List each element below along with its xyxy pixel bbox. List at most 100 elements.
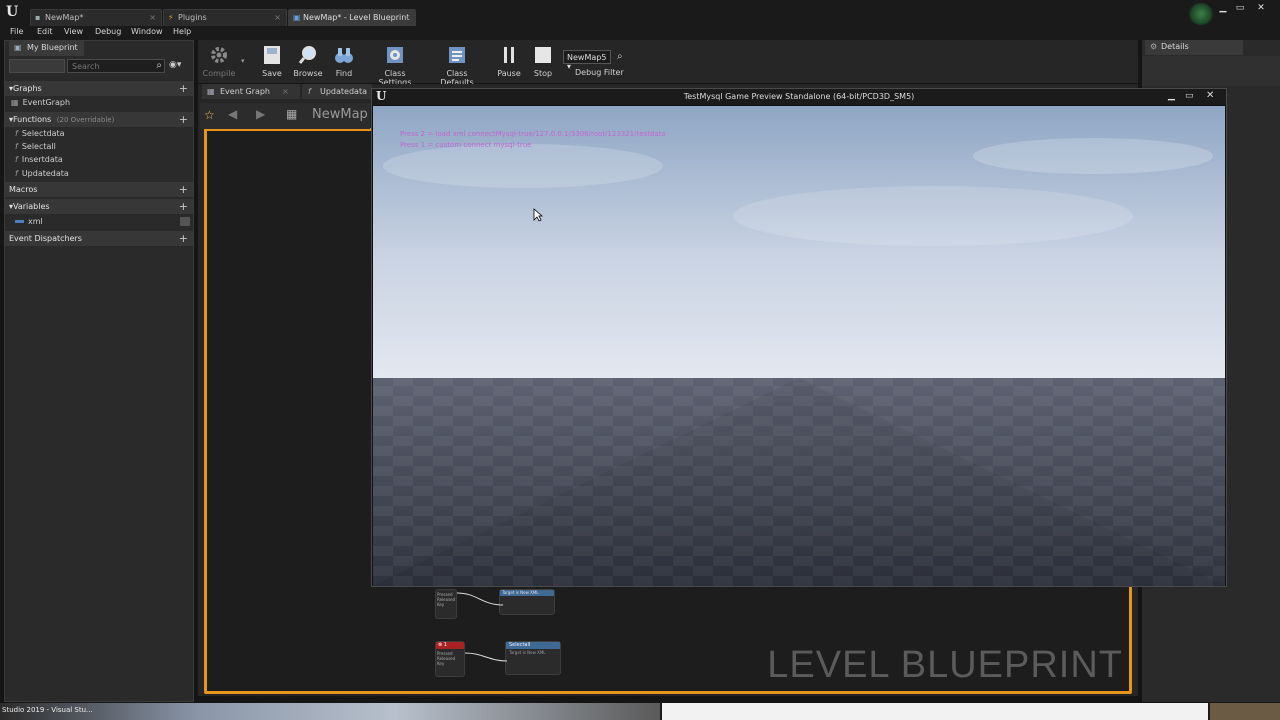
exec-wire — [465, 652, 508, 662]
back-arrow-icon[interactable]: ◀ — [228, 107, 237, 121]
search-input[interactable]: Search ⌕ — [67, 59, 165, 73]
input-event-node[interactable]: Pressed Released Key — [435, 589, 457, 619]
node-subtitle: Target is New XML — [509, 650, 546, 655]
function-item[interactable]: f Insertdata — [15, 155, 63, 164]
item-label: Selectall — [21, 142, 56, 151]
graph-header: ☆ ◀ ▶ ▦ NewMap — [200, 103, 370, 129]
close-window-button[interactable]: ✕ — [1206, 90, 1214, 101]
browse-button[interactable]: Browse — [292, 42, 324, 82]
stop-button[interactable]: Stop — [531, 42, 555, 82]
class-settings-button[interactable]: Class Settings — [368, 42, 422, 87]
graph-item-eventgraph[interactable]: ▦ EventGraph — [11, 98, 70, 107]
function-icon: f — [15, 129, 18, 138]
view-options-icon[interactable]: ◉▾ — [169, 60, 181, 70]
menu-bar: File Edit View Debug Window Help — [0, 26, 1280, 40]
event-dispatchers-section[interactable]: Event Dispatchers + — [5, 231, 193, 246]
minimize-button[interactable]: ▁ — [1168, 91, 1175, 101]
visibility-toggle[interactable] — [180, 217, 190, 226]
tab-newmap[interactable]: ▪ NewMap* × — [30, 9, 162, 26]
minimize-button[interactable]: ▁ — [1216, 3, 1230, 13]
tab-label: Updatedata — [320, 87, 367, 96]
gear-icon — [211, 47, 227, 63]
onscreen-debug-messages: Press 2 = load xml connectMysql-true/127… — [400, 129, 666, 151]
compile-button[interactable]: Compile — [200, 42, 238, 82]
menu-help[interactable]: Help — [173, 27, 191, 36]
close-icon[interactable]: × — [403, 13, 410, 22]
level-icon: ▦ — [286, 107, 298, 121]
taskbar-window-preview[interactable] — [662, 703, 1208, 720]
add-graph-icon[interactable]: + — [179, 82, 188, 95]
debug-object-select[interactable]: NewMap5 ▾ — [563, 50, 611, 71]
add-dispatcher-icon[interactable]: + — [179, 232, 188, 245]
button-label: Save — [262, 69, 282, 78]
item-label: Updatedata — [21, 169, 69, 178]
save-button[interactable]: Save — [258, 42, 286, 82]
key-event-node[interactable]: ⊗ 1 Pressed Released Key — [435, 641, 465, 677]
save-icon — [264, 46, 280, 64]
close-icon[interactable]: × — [149, 13, 156, 22]
close-icon[interactable]: × — [274, 13, 281, 22]
taskbar-app-label[interactable]: Studio 2019 - Visual Stu... — [2, 706, 93, 714]
tab-level-blueprint[interactable]: ▣ NewMap* - Level Blueprint × — [288, 9, 416, 26]
tab-event-graph[interactable]: ▦ Event Graph × — [202, 84, 300, 99]
graphs-section[interactable]: ▾Graphs + — [5, 81, 193, 96]
node-title: Selectall — [506, 642, 560, 649]
menu-file[interactable]: File — [10, 27, 23, 36]
forward-arrow-icon[interactable]: ▶ — [256, 107, 265, 121]
item-label: xml — [28, 217, 43, 226]
star-icon[interactable]: ☆ — [204, 108, 215, 122]
tab-label: NewMap* - Level Blueprint — [303, 13, 410, 22]
menu-window[interactable]: Window — [131, 27, 163, 36]
function-call-node[interactable]: Target is New XML — [499, 589, 555, 615]
function-icon: f — [308, 87, 311, 96]
scene-render — [373, 106, 1225, 586]
debug-message: Press 1 = custom connect mysql-true — [400, 141, 532, 149]
function-item[interactable]: f Selectdata — [15, 129, 65, 138]
taskbar-thumbnail[interactable] — [1210, 703, 1280, 720]
add-variable-icon[interactable]: + — [179, 200, 188, 213]
mouse-cursor-icon — [533, 208, 543, 222]
search-icon: ⌕ — [156, 60, 162, 71]
details-tab[interactable]: ⚙ Details — [1145, 40, 1243, 55]
source-control-icon[interactable] — [1188, 3, 1214, 25]
class-defaults-button[interactable]: Class Defaults — [430, 42, 484, 87]
overridable-count: (20 Overridable) — [56, 116, 115, 124]
close-icon[interactable]: × — [282, 87, 289, 96]
function-item[interactable]: f Updatedata — [15, 169, 69, 178]
graph-icon: ▦ — [207, 87, 215, 96]
menu-edit[interactable]: Edit — [37, 27, 53, 36]
game-window-titlebar[interactable]: U TestMysql Game Preview Standalone (64-… — [372, 89, 1226, 105]
functions-section[interactable]: ▾Functions (20 Overridable) + — [5, 112, 193, 127]
tab-plugins[interactable]: ⚡ Plugins × — [163, 9, 287, 26]
blueprint-icon: ▣ — [293, 13, 301, 22]
add-new-button[interactable] — [9, 59, 65, 73]
magnifier-icon — [298, 46, 316, 64]
menu-debug[interactable]: Debug — [95, 27, 121, 36]
binoculars-icon — [335, 48, 353, 63]
variables-section[interactable]: ▾Variables + — [5, 199, 193, 214]
section-label: Variables — [13, 202, 50, 211]
close-window-button[interactable]: ✕ — [1254, 3, 1268, 13]
function-item[interactable]: f Selectall — [15, 142, 56, 151]
maximize-button[interactable]: ▭ — [1185, 91, 1194, 101]
pause-button[interactable]: Pause — [495, 42, 523, 82]
game-window-title: TestMysql Game Preview Standalone (64-bi… — [683, 92, 915, 101]
find-button[interactable]: Find — [332, 42, 356, 82]
maximize-button[interactable]: ▭ — [1233, 3, 1247, 13]
compile-options-icon[interactable]: ▾ — [241, 57, 245, 65]
game-preview-window[interactable]: U TestMysql Game Preview Standalone (64-… — [371, 88, 1227, 587]
add-macro-icon[interactable]: + — [179, 183, 188, 196]
tab-label: Event Graph — [220, 87, 270, 96]
button-label: Compile — [202, 69, 236, 78]
add-function-icon[interactable]: + — [179, 113, 188, 126]
variable-item-xml[interactable]: xml — [15, 217, 43, 226]
tab-label: NewMap* — [45, 13, 84, 22]
menu-view[interactable]: View — [64, 27, 83, 36]
game-viewport[interactable]: Press 2 = load xml connectMysql-true/127… — [373, 106, 1225, 586]
debug-search-icon[interactable]: ⌕ — [617, 51, 623, 62]
tab-updatedata[interactable]: f Updatedata — [302, 84, 372, 99]
selectall-node[interactable]: Selectall Target is New XML — [505, 641, 561, 675]
my-blueprint-tab[interactable]: ▣ My Blueprint — [9, 41, 84, 56]
stop-icon — [535, 47, 551, 63]
macros-section[interactable]: Macros + — [5, 182, 193, 197]
